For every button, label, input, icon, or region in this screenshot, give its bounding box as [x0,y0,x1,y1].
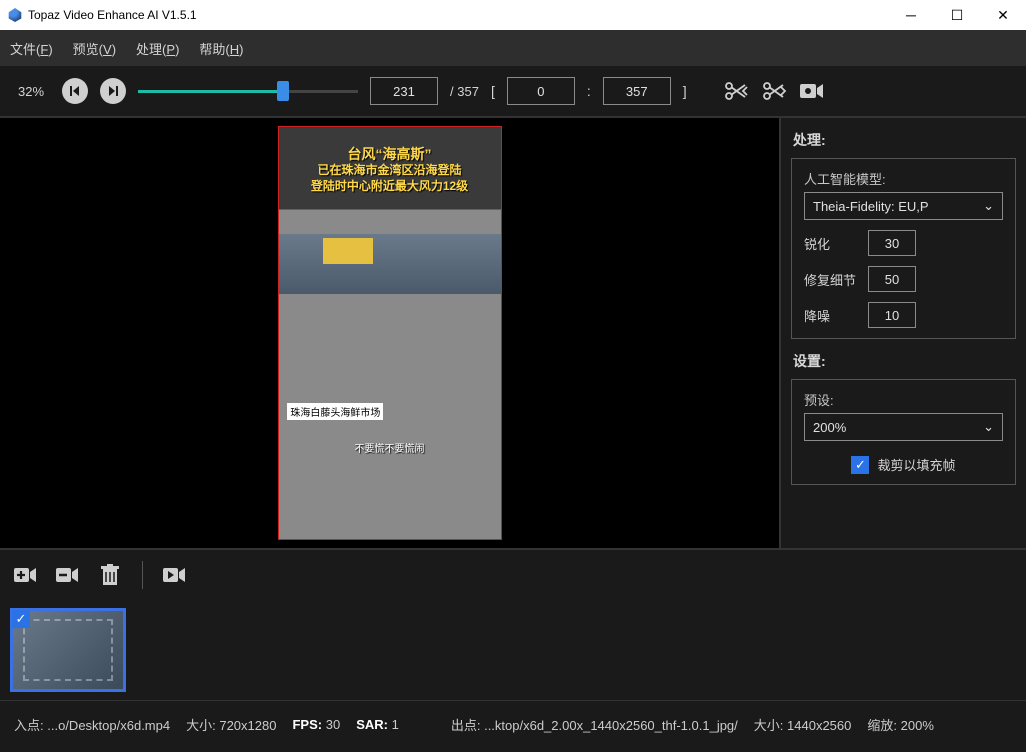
timeline-slider[interactable] [138,81,358,101]
app-logo-icon [8,8,22,22]
scissors-in-icon [723,81,749,101]
camera-add-icon [13,566,39,584]
close-button[interactable]: ✕ [980,0,1026,30]
set-in-button[interactable] [723,78,749,104]
model-label: 人工智能模型: [804,172,886,187]
clip-checkbox[interactable]: ✓ [12,610,30,628]
next-frame-button[interactable] [100,78,126,104]
chevron-down-icon: ⌄ [983,419,994,435]
out-size: 大小: 1440x2560 [754,715,852,734]
video-caption-2: 不要慌不要慌闹 [279,440,501,455]
sar: SAR: 1 [356,717,399,732]
clips-panel: ✓ [0,600,1026,700]
main-area: 台风“海高斯” 已在珠海市金湾区沿海登陆 登陆时中心附近最大风力12级 珠海白藤… [0,118,1026,548]
toolbar: 32% / 357 [ : ] [0,66,1026,118]
bracket-open: [ [491,83,495,99]
skip-prev-icon [69,85,81,97]
out-frame-input[interactable] [603,77,671,105]
menu-help[interactable]: 帮助(H) [199,39,243,58]
menu-process[interactable]: 处理(P) [136,39,179,58]
clip-item[interactable]: ✓ [10,608,126,692]
sharpen-label: 锐化 [804,234,860,253]
processing-panel: 人工智能模型: Theia-Fidelity: EU,P ⌄ 锐化 修复细节 降… [791,158,1016,339]
sharpen-input[interactable] [868,230,916,256]
video-viewport[interactable]: 台风“海高斯” 已在珠海市金湾区沿海登陆 登陆时中心附近最大风力12级 珠海白藤… [0,118,779,548]
timeline-thumb[interactable] [277,81,289,101]
prev-frame-button[interactable] [62,78,88,104]
in-frame-input[interactable] [507,77,575,105]
video-caption-1: 珠海白藤头海鲜市场 [287,403,383,420]
out-point-label: 出点: ...ktop/x6d_2.00x_1440x2560_thf-1.0.… [451,715,738,734]
model-dropdown[interactable]: Theia-Fidelity: EU,P ⌄ [804,192,1003,220]
set-out-button[interactable] [761,78,787,104]
restore-input[interactable] [868,266,916,292]
remove-clip-button[interactable] [54,561,82,589]
menubar: 文件(F) 预览(V) 处理(P) 帮助(H) [0,30,1026,66]
preset-dropdown[interactable]: 200% ⌄ [804,413,1003,441]
trash-icon [100,564,120,586]
camera-remove-icon [55,566,81,584]
fps: FPS: 30 [292,717,340,732]
titlebar: Topaz Video Enhance AI V1.5.1 ─ ☐ ✕ [0,0,1026,30]
menu-preview[interactable]: 预览(V) [73,39,116,58]
settings-panel: 预设: 200% ⌄ ✓ 裁剪以填充帧 [791,379,1016,485]
play-clip-button[interactable] [161,561,189,589]
minimize-button[interactable]: ─ [888,0,934,30]
denoise-input[interactable] [868,302,916,328]
skip-next-icon [107,85,119,97]
video-frame: 台风“海高斯” 已在珠海市金湾区沿海登陆 登陆时中心附近最大风力12级 珠海白藤… [278,126,502,540]
camera-record-icon [799,82,825,100]
maximize-button[interactable]: ☐ [934,0,980,30]
clip-toolbar [0,548,1026,600]
add-clip-button[interactable] [12,561,40,589]
current-frame-input[interactable] [370,77,438,105]
in-size: 大小: 720x1280 [186,715,276,734]
delete-clip-button[interactable] [96,561,124,589]
scale: 缩放: 200% [867,715,934,734]
video-overlay-text: 台风“海高斯” 已在珠海市金湾区沿海登陆 登陆时中心附近最大风力12级 [279,145,501,194]
window-title: Topaz Video Enhance AI V1.5.1 [28,8,888,22]
scissors-out-icon [761,81,787,101]
denoise-label: 降噪 [804,306,860,325]
zoom-level: 32% [18,84,44,99]
settings-title: 设置: [793,351,1016,371]
preset-label: 预设: [804,393,834,408]
menu-file[interactable]: 文件(F) [10,39,53,58]
in-point-label: 入点: ...o/Desktop/x6d.mp4 [14,715,170,734]
total-frames: / 357 [450,84,479,99]
crop-label: 裁剪以填充帧 [877,455,955,474]
record-button[interactable] [799,78,825,104]
crop-checkbox[interactable]: ✓ [851,456,869,474]
chevron-down-icon: ⌄ [983,198,994,214]
processing-title: 处理: [793,130,1016,150]
status-bar: 入点: ...o/Desktop/x6d.mp4 大小: 720x1280 FP… [0,700,1026,748]
side-panel: 处理: 人工智能模型: Theia-Fidelity: EU,P ⌄ 锐化 修复… [779,118,1026,548]
restore-label: 修复细节 [804,270,860,289]
camera-play-icon [162,566,188,584]
bracket-close: ] [683,83,687,99]
